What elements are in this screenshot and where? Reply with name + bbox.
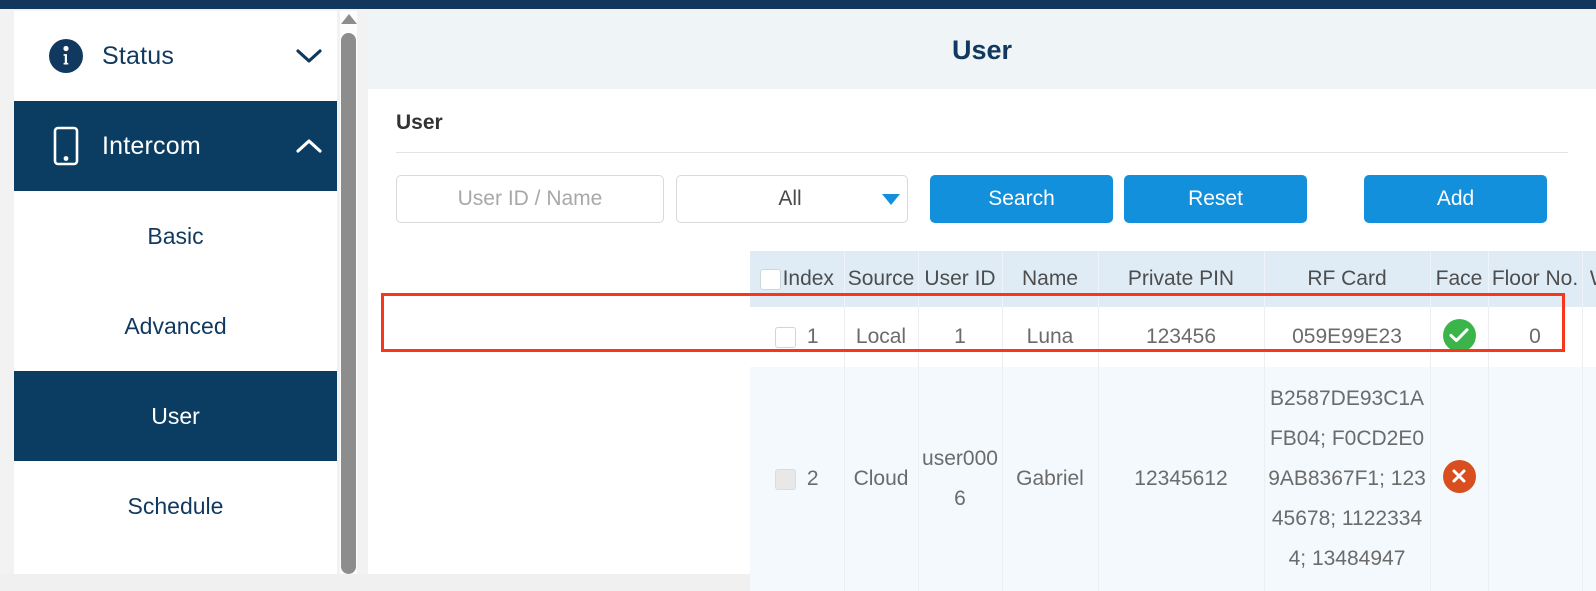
col-header-rf-card: RF Card	[1263, 251, 1431, 307]
cell-private-pin: 12345612	[1097, 367, 1265, 591]
cell-floor-no: 0	[1487, 307, 1583, 367]
cell-web-relay: 0	[1581, 367, 1596, 591]
sidebar-scrollbar-thumb[interactable]	[341, 33, 356, 574]
sidebar-group-intercom: Intercom Basic Advanced User Schedule	[14, 101, 337, 551]
cell-web-relay: 0	[1581, 307, 1596, 367]
sidebar-item-status[interactable]: Status	[14, 11, 337, 101]
sidebar-item-user[interactable]: User	[14, 371, 337, 461]
search-input-placeholder: User ID / Name	[457, 187, 603, 210]
info-circle-icon	[44, 38, 88, 74]
cell-face	[1429, 307, 1489, 367]
row-checkbox[interactable]	[774, 468, 796, 490]
col-header-index: Index	[750, 251, 845, 307]
search-button[interactable]: Search	[930, 175, 1113, 223]
cell-index-value: 1	[806, 325, 819, 348]
col-header-label: Index	[782, 267, 834, 290]
page-title: User	[951, 34, 1013, 65]
col-header-face: Face	[1429, 251, 1489, 307]
sidebar-item-label: Status	[102, 41, 175, 70]
cell-user-id: 1	[917, 307, 1003, 367]
cell-rf-card: B2587DE93C1AFB04; F0CD2E09AB8367F1; 1234…	[1263, 367, 1431, 591]
chevron-up-icon[interactable]	[281, 136, 337, 156]
smartphone-icon	[44, 126, 88, 166]
sidebar-subitem-label: Schedule	[127, 492, 224, 519]
sidebar-subitem-label: User	[151, 402, 200, 429]
cell-private-pin: 123456	[1097, 307, 1265, 367]
table-header-row: Index Source User ID Name Private PIN RF…	[750, 251, 1596, 307]
caret-down-icon[interactable]	[875, 193, 907, 206]
col-header-private-pin: Private PIN	[1097, 251, 1265, 307]
sidebar-item-intercom[interactable]: Intercom	[14, 101, 337, 191]
filter-select-value: All	[778, 187, 802, 210]
cell-source: Cloud	[843, 367, 919, 591]
col-header-web-relay: Web Relay	[1581, 251, 1596, 307]
sidebar-item-schedule[interactable]: Schedule	[14, 461, 337, 551]
main-content: User User User ID / Name All Search Rese…	[368, 11, 1596, 591]
page-header: User	[368, 11, 1596, 89]
sidebar-item-advanced[interactable]: Advanced	[14, 281, 337, 371]
reset-button[interactable]: Reset	[1124, 175, 1307, 223]
window-top-bar	[0, 0, 1596, 9]
sidebar: Status Intercom Basic Advanced User Sche…	[14, 11, 337, 574]
col-header-name: Name	[1001, 251, 1099, 307]
app-root: Status Intercom Basic Advanced User Sche…	[0, 0, 1596, 591]
user-panel: User User ID / Name All Search Reset Add	[368, 89, 1596, 225]
filter-toolbar: User ID / Name All Search Reset Add	[396, 153, 1568, 225]
col-header-source: Source	[843, 251, 919, 307]
cell-floor-no	[1487, 367, 1583, 591]
chevron-down-icon[interactable]	[281, 46, 337, 66]
scroll-up-arrow-icon[interactable]	[341, 14, 357, 24]
cell-name: Gabriel	[1001, 367, 1099, 591]
panel-title: User	[396, 89, 1568, 153]
user-table: Index Source User ID Name Private PIN RF…	[750, 251, 1596, 591]
cell-name: Luna	[1001, 307, 1099, 367]
cell-index-value: 2	[806, 467, 819, 490]
select-all-checkbox[interactable]	[759, 268, 781, 290]
col-header-user-id: User ID	[917, 251, 1003, 307]
sidebar-subitem-label: Basic	[147, 222, 204, 249]
row-checkbox[interactable]	[774, 326, 796, 348]
sidebar-item-label: Intercom	[102, 131, 201, 160]
sidebar-subitem-label: Advanced	[124, 312, 227, 339]
cell-index: 1	[750, 307, 845, 367]
cell-face	[1429, 367, 1489, 591]
search-input[interactable]: User ID / Name	[396, 175, 664, 223]
sidebar-group-status: Status	[14, 11, 337, 101]
col-header-floor-no: Floor No.	[1487, 251, 1583, 307]
cell-user-id: user0006	[917, 367, 1003, 591]
table-row[interactable]: 1 Local 1 Luna 123456 059E99E23 0	[750, 307, 1596, 367]
table-row[interactable]: 2 Cloud user0006 Gabriel 12345612 B2587D…	[750, 367, 1596, 591]
check-circle-icon	[1442, 318, 1476, 352]
cell-source: Local	[843, 307, 919, 367]
filter-select[interactable]: All	[676, 175, 908, 223]
cell-index: 2	[750, 367, 845, 591]
cross-circle-icon	[1442, 459, 1476, 493]
user-table-wrapper: Index Source User ID Name Private PIN RF…	[750, 251, 1596, 591]
sidebar-item-basic[interactable]: Basic	[14, 191, 337, 281]
cell-rf-card: 059E99E23	[1263, 307, 1431, 367]
add-button[interactable]: Add	[1364, 175, 1547, 223]
